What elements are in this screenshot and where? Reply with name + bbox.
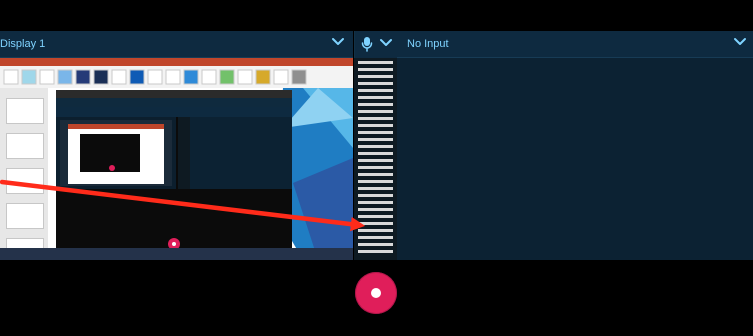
meter-bar xyxy=(358,173,393,176)
meter-bar xyxy=(358,82,393,85)
display-preview xyxy=(0,58,353,260)
meter-bar xyxy=(358,236,393,239)
microphone-icon xyxy=(361,37,373,52)
chevron-down-icon[interactable] xyxy=(330,34,346,50)
slide-thumbnail xyxy=(6,203,44,229)
slide-thumbnail xyxy=(6,168,44,194)
app-titlebar xyxy=(0,58,353,66)
meter-bar xyxy=(358,103,393,106)
secondary-source-label: No Input xyxy=(407,38,449,50)
meter-bar xyxy=(358,180,393,183)
meter-bar xyxy=(358,75,393,78)
meter-bar xyxy=(358,166,393,169)
app-ribbon xyxy=(0,66,353,88)
meter-bar xyxy=(358,138,393,141)
slide-canvas xyxy=(48,88,353,260)
meter-bar xyxy=(358,110,393,113)
meter-bar xyxy=(358,68,393,71)
audio-level-meter xyxy=(354,58,397,260)
slide-thumbnail xyxy=(6,98,44,124)
chevron-down-icon[interactable] xyxy=(378,35,394,51)
meter-bar xyxy=(358,131,393,134)
ribbon-thumbnails xyxy=(3,69,307,85)
meter-bar xyxy=(358,243,393,246)
meter-bar xyxy=(358,89,393,92)
meter-bar xyxy=(358,159,393,162)
top-black-bar xyxy=(0,0,753,31)
meter-bar xyxy=(358,194,393,197)
slide-thumbnails-pane xyxy=(0,88,48,260)
secondary-source-header[interactable]: No Input xyxy=(397,31,753,58)
meter-bar xyxy=(358,187,393,190)
meter-bar xyxy=(358,124,393,127)
record-button[interactable] xyxy=(355,272,397,314)
meter-bar xyxy=(358,250,393,253)
meter-bar xyxy=(358,229,393,232)
meter-bar xyxy=(358,61,393,64)
audio-source-header[interactable] xyxy=(354,31,397,58)
meter-bar xyxy=(358,222,393,225)
meter-bar xyxy=(358,117,393,120)
display-source-label: Display 1 xyxy=(0,38,46,50)
taskbar xyxy=(0,248,353,260)
meter-bar xyxy=(358,152,393,155)
display-source-header[interactable]: Display 1 xyxy=(0,31,353,58)
chevron-down-icon[interactable] xyxy=(732,34,748,50)
meter-bar xyxy=(358,145,393,148)
meter-bar xyxy=(358,215,393,218)
secondary-preview xyxy=(397,58,753,260)
slide-thumbnail xyxy=(6,133,44,159)
record-dot-icon xyxy=(371,288,381,298)
slide-artwork xyxy=(56,88,353,260)
meter-bar xyxy=(358,201,393,204)
meter-bar xyxy=(358,96,393,99)
meter-bar xyxy=(358,208,393,211)
